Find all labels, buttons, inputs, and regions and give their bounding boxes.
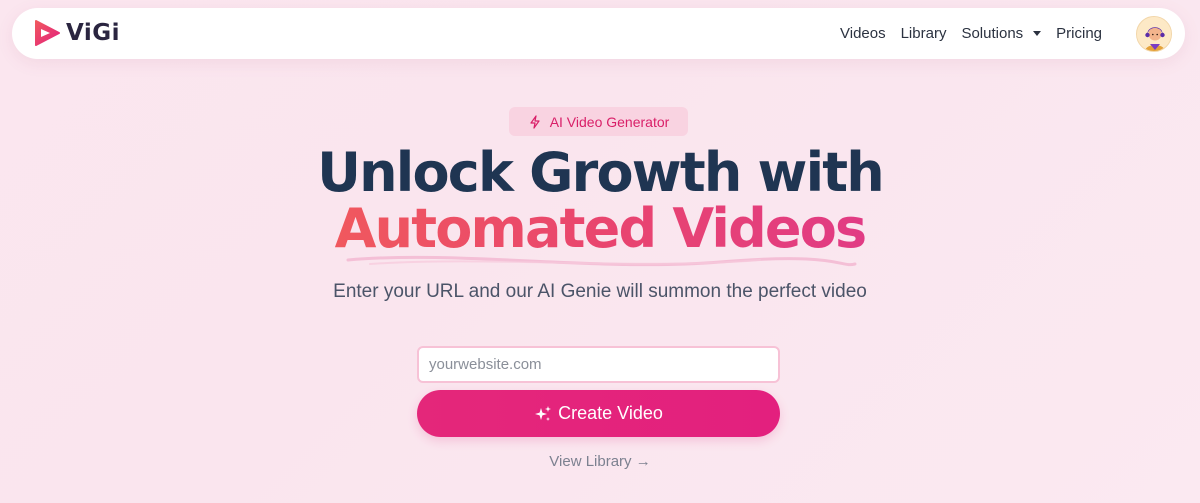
brand-logo[interactable]: ViGi — [32, 18, 120, 48]
headline-line-2: Automated Videos — [0, 202, 1200, 256]
view-library-link[interactable]: View Library → — [0, 453, 1200, 470]
user-avatar[interactable] — [1136, 16, 1172, 52]
sparkles-icon — [535, 405, 552, 421]
url-input[interactable] — [417, 346, 780, 383]
nav-item-solutions-label: Solutions — [961, 25, 1024, 42]
nav-item-pricing[interactable]: Pricing — [1056, 25, 1102, 42]
brand-name: ViGi — [66, 20, 121, 46]
headline-line-1: Unlock Growth with — [317, 141, 885, 204]
create-video-label: Create Video — [558, 403, 663, 423]
play-triangle-icon — [35, 20, 60, 46]
avatar-illustration — [1137, 17, 1171, 51]
nav-item-videos[interactable]: Videos — [840, 25, 886, 42]
top-navbar: ViGi Videos Library Solutions Pricing — [12, 8, 1185, 59]
nav-item-solutions[interactable]: Solutions — [961, 25, 1042, 42]
caret-down-icon — [1033, 31, 1042, 36]
nav-links: Videos Library Solutions Pricing — [840, 8, 1102, 59]
nav-item-library[interactable]: Library — [901, 25, 947, 42]
headline-line-2-text: Automated Videos — [334, 197, 868, 260]
badge-label: AI Video Generator — [549, 113, 670, 130]
lightning-bolt-icon — [530, 114, 540, 129]
hero-subtitle: Enter your URL and our AI Genie will sum… — [333, 281, 867, 302]
create-video-button[interactable]: Create Video — [417, 390, 780, 437]
hero-badge: AI Video Generator — [509, 107, 688, 136]
